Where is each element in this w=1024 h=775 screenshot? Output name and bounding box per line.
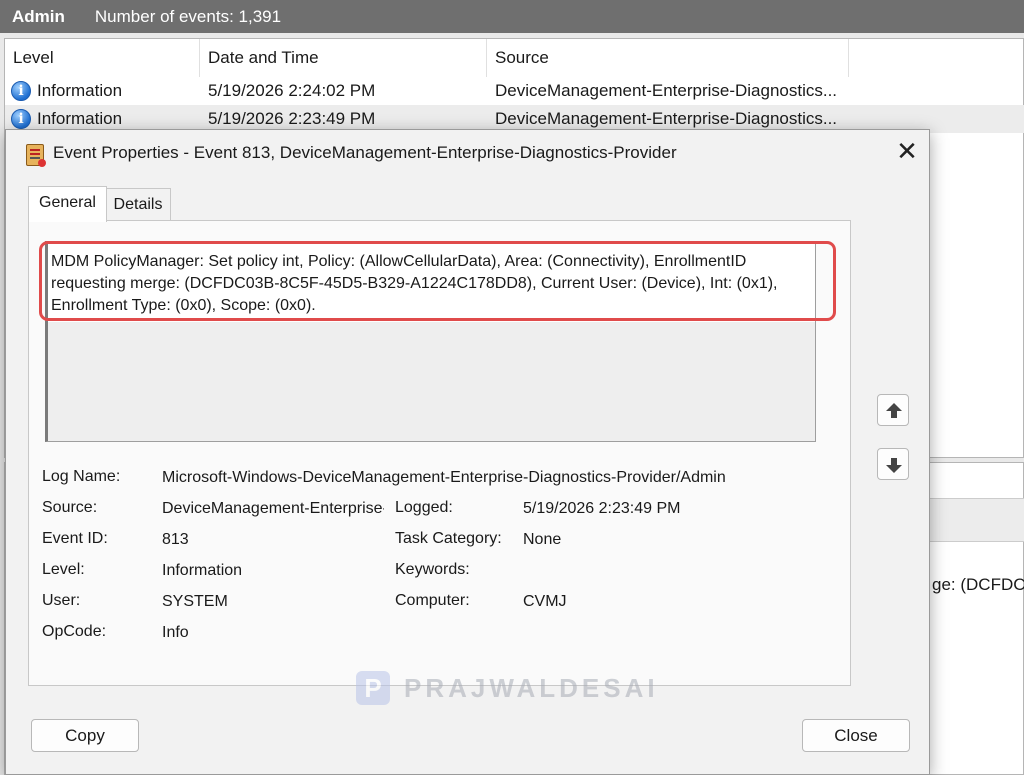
table-row[interactable]: i Information 5/19/2026 2:24:02 PM Devic… (5, 77, 1024, 105)
event-id-value: 813 (162, 531, 189, 548)
user-value: SYSTEM (162, 593, 228, 610)
watermark-text: PRAJWALDESAI (404, 672, 659, 703)
log-header: Admin Number of events: 1,391 (0, 0, 1024, 33)
event-properties-dialog: Event Properties - Event 813, DeviceMana… (5, 129, 930, 775)
opcode-label: OpCode: (42, 623, 107, 640)
source-value: DeviceManagement-Enterprise-Diagnostics-… (162, 500, 384, 517)
preview-text-peek: ge: (DCFDC0 (932, 575, 1024, 594)
close-icon[interactable]: ✕ (895, 138, 919, 164)
dialog-title: Event Properties - Event 813, DeviceMana… (53, 143, 677, 162)
user-label: User: (42, 592, 81, 609)
task-category-value: None (523, 531, 562, 548)
highlight-annotation (39, 241, 836, 321)
computer-label: Computer: (395, 592, 470, 609)
event-list-header: Level Date and Time Source (5, 39, 1024, 77)
tab-general[interactable]: General (28, 186, 107, 222)
level-value: Information (162, 562, 243, 579)
watermark: P PRAJWALDESAI (356, 670, 659, 706)
source-label: Source: (42, 499, 98, 516)
row-level: Information (37, 81, 123, 100)
information-icon: i (11, 109, 31, 129)
level-label: Level: (42, 561, 85, 578)
close-button[interactable]: Close (802, 719, 910, 752)
arrow-up-icon (886, 403, 902, 418)
column-date-time[interactable]: Date and Time (200, 39, 487, 77)
log-title: Admin (12, 6, 65, 26)
column-source[interactable]: Source (487, 39, 849, 77)
dialog-title-bar[interactable]: Event Properties - Event 813, DeviceMana… (6, 130, 929, 178)
event-viewer-app-icon (26, 144, 46, 167)
logged-value: 5/19/2026 2:23:49 PM (523, 500, 681, 517)
task-category-label: Task Category: (395, 530, 502, 547)
event-id-label: Event ID: (42, 530, 108, 547)
event-description-empty-area (45, 322, 816, 442)
copy-button[interactable]: Copy (31, 719, 139, 752)
column-level[interactable]: Level (5, 39, 200, 77)
opcode-value: Info (162, 624, 189, 641)
watermark-logo: P (356, 671, 390, 705)
event-count: Number of events: 1,391 (94, 6, 282, 26)
previous-event-button[interactable] (877, 394, 909, 426)
next-event-button[interactable] (877, 448, 909, 480)
arrow-down-icon (886, 458, 902, 473)
information-icon: i (11, 81, 31, 101)
row-date-time: 5/19/2026 2:24:02 PM (208, 81, 376, 100)
tab-details[interactable]: Details (106, 188, 171, 220)
computer-value: CVMJ (523, 593, 567, 610)
logged-label: Logged: (395, 499, 453, 516)
row-source: DeviceManagement-Enterprise-Diagnostics.… (495, 81, 838, 100)
log-name-value: Microsoft-Windows-DeviceManagement-Enter… (162, 469, 726, 486)
keywords-label: Keywords: (395, 561, 470, 578)
preview-tab-strip (930, 498, 1024, 542)
log-name-label: Log Name: (42, 468, 121, 485)
